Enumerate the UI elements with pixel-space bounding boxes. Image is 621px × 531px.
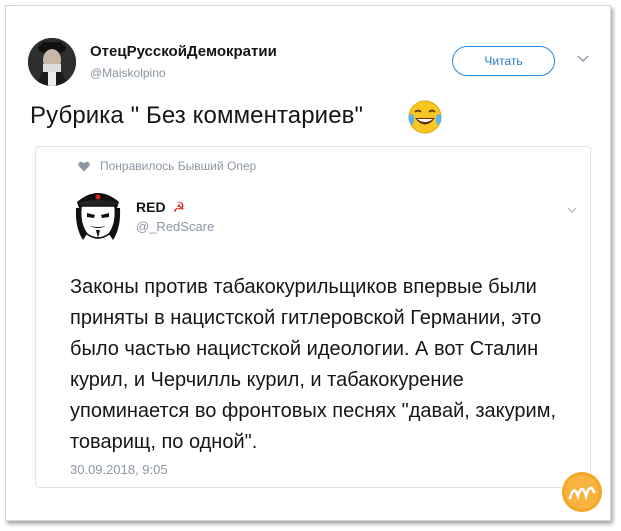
author-handle[interactable]: @Maiskolpino: [90, 66, 166, 80]
heart-icon: [78, 161, 90, 171]
quoted-line: было частью нацистской идеологии. А вот …: [70, 338, 539, 360]
author-avatar-image: [28, 38, 76, 86]
hammer-sickle-icon: ☭: [172, 199, 186, 215]
quoted-author-avatar[interactable]: [73, 188, 123, 242]
laughing-emoji-icon: [408, 100, 442, 134]
quoted-tweet-body: Законы против табакокурильщиков впервые …: [70, 272, 580, 458]
author-avatar[interactable]: [28, 38, 76, 86]
quoted-timestamp[interactable]: 30.09.2018, 9:05: [70, 462, 168, 477]
tweet-text: Рубрика " Без комментариев": [30, 102, 364, 129]
quoted-line: Законы против табакокурильщиков впервые …: [70, 276, 537, 298]
quoted-line: упоминается во фронтовых песнях "давай, …: [70, 400, 556, 422]
author-name[interactable]: ОтецРусскойДемократии: [90, 43, 277, 60]
watermark-logo: [562, 472, 602, 512]
chevron-down-icon[interactable]: [576, 52, 590, 66]
quoted-author-handle[interactable]: @_RedScare: [136, 219, 214, 234]
follow-button[interactable]: Читать: [452, 46, 555, 76]
quoted-author-name[interactable]: RED ☭: [136, 199, 185, 216]
liked-by-text: Понравилось Бывший Опер: [100, 159, 257, 173]
quoted-line: приняты в нацистской гитлеровской Герман…: [70, 307, 542, 329]
quoted-line: курил, и Черчилль курил, и табакокурение: [70, 369, 464, 391]
quoted-chevron-down-icon[interactable]: [566, 204, 578, 216]
quoted-line: товарищ, по одной".: [70, 431, 258, 453]
liked-by-row: Понравилось Бывший Опер: [78, 159, 256, 173]
